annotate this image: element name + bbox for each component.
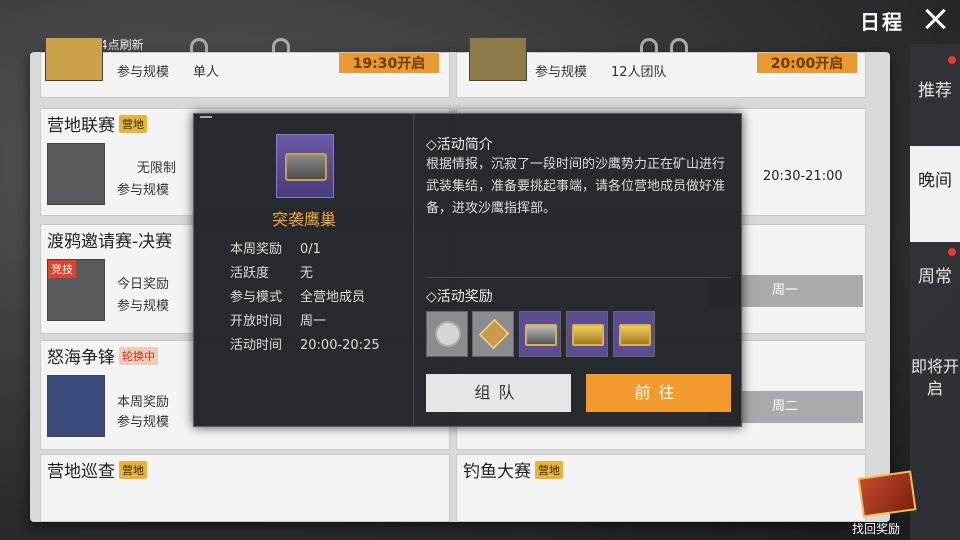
notification-dot <box>948 248 956 256</box>
badge-icon: 竞技 <box>47 259 105 321</box>
card-title: 渡鸦邀请赛-决赛 <box>47 232 173 252</box>
card-title: 钓鱼大赛 营地 <box>463 457 563 482</box>
tab-weekly[interactable]: 周常 <box>910 254 960 334</box>
team-up-button[interactable]: 组队 <box>426 374 571 412</box>
gold-chest-icon <box>45 37 103 81</box>
camp-tag: 营地 <box>119 461 147 479</box>
gift-box-icon <box>857 470 917 518</box>
event-card-fishing[interactable]: 钓鱼大赛 营地 <box>456 454 866 522</box>
start-time-badge: 19:30开启 <box>339 53 439 73</box>
scale-value: 12人团队 <box>611 65 667 80</box>
line-1: 今日奖励 <box>117 277 170 292</box>
camp-tag: 营地 <box>119 115 147 133</box>
line-1: 本周奖励 <box>117 395 170 410</box>
line-1: 无限制 <box>137 161 177 176</box>
card-title: 怒海争锋 轮换中 <box>47 343 158 368</box>
scale-label: 参与规模 <box>535 65 588 80</box>
start-time-badge: 20:00开启 <box>757 53 857 73</box>
divider <box>426 277 731 278</box>
tab-recommend[interactable]: 推荐 <box>910 68 960 138</box>
blue-chest-icon <box>47 375 105 437</box>
camp-tag: 营地 <box>535 461 563 479</box>
close-icon[interactable] <box>920 4 952 34</box>
go-button[interactable]: 前往 <box>586 374 731 412</box>
reward-title: ◇活动奖励 <box>426 289 493 305</box>
event-detail-popup: 突袭鹰巢 本周奖励 0/1 活跃度无 参与模式 全营地成员 开放时间 周一 活动时间 2… <box>193 113 742 427</box>
info-row-event-time: 活动时间 20:00-20:25 <box>230 338 380 353</box>
scale-label: 参与规模 <box>117 65 170 80</box>
info-row-weekly-reward: 本周奖励 0/1 <box>230 242 321 257</box>
event-name: 突袭鹰巢 <box>271 210 336 229</box>
line-2: 参与规模 <box>117 299 170 314</box>
scale-value: 单人 <box>193 65 220 80</box>
gold-chest-icon[interactable] <box>613 311 655 357</box>
intro-text: 根据情报，沉寂了一段时间的沙鹰势力正在矿山进行武装集结，准备要挑起事端，请各位营… <box>426 157 726 216</box>
info-row-activity: 活跃度无 <box>230 266 314 281</box>
event-card-camp-patrol[interactable]: 营地巡查 营地 <box>40 454 450 522</box>
time-range: 20:30-21:00 <box>763 169 843 184</box>
chest-icon <box>469 37 527 81</box>
camp-badge-icon[interactable] <box>472 311 514 357</box>
event-chest-icon <box>276 134 334 198</box>
event-card-top-right[interactable]: 参与规模 12人团队 20:00开启 <box>456 37 866 98</box>
competitive-tag: 竞技 <box>48 260 76 278</box>
intro-title: ◇活动简介 <box>426 137 493 153</box>
silver-coin-icon[interactable] <box>426 311 468 357</box>
rotating-tag: 轮换中 <box>119 347 158 365</box>
recover-rewards-label: 找回奖励 <box>852 522 901 536</box>
card-title: 营地联赛 营地 <box>47 111 147 136</box>
notification-dot <box>948 56 956 64</box>
info-row-mode: 参与模式 全营地成员 <box>230 290 366 305</box>
popup-info-panel: 突袭鹰巢 本周奖励 0/1 活跃度无 参与模式 全营地成员 开放时间 周一 活动时间 2… <box>194 114 414 426</box>
line-2: 参与规模 <box>117 183 170 198</box>
tab-upcoming[interactable]: 即将开启 <box>910 352 960 442</box>
event-card-top-left[interactable]: 参与规模 单人 19:30开启 <box>40 37 450 98</box>
line-2: 参与规模 <box>117 415 170 430</box>
card-title: 营地巡查 营地 <box>47 457 147 482</box>
gold-chest-icon[interactable] <box>566 311 608 357</box>
info-row-open-time: 开放时间 周一 <box>230 314 327 329</box>
purple-chest-icon[interactable] <box>519 311 561 357</box>
badge-icon <box>47 143 105 205</box>
tab-evening[interactable]: 晚间 <box>910 146 960 242</box>
recover-rewards-button[interactable] <box>848 460 926 520</box>
page-title: 日程 <box>860 10 904 34</box>
